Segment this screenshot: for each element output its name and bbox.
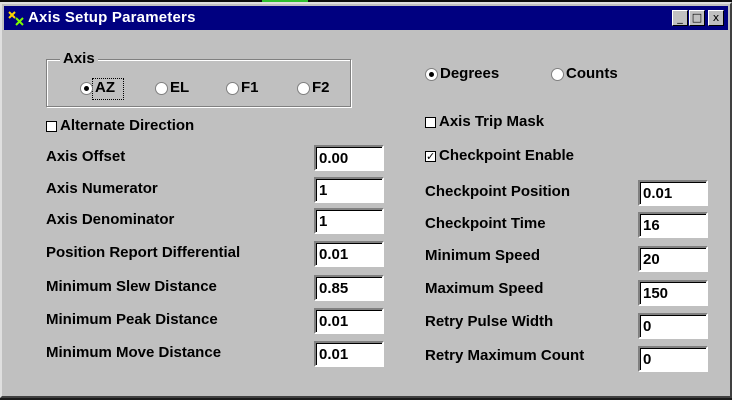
position-report-differential-label: Position Report Differential <box>46 244 241 261</box>
minimum-speed-label: Minimum Speed <box>425 247 541 264</box>
checkpoint-enable-label: Checkpoint Enable <box>439 147 575 164</box>
maximum-speed-input[interactable]: 150 <box>638 280 708 306</box>
minimum-move-distance-label: Minimum Move Distance <box>46 344 222 361</box>
retry-maximum-count-input[interactable]: 0 <box>638 346 708 372</box>
window-title: Axis Setup Parameters <box>28 9 196 26</box>
checkpoint-position-input[interactable]: 0.01 <box>638 180 708 206</box>
position-report-differential-input[interactable]: 0.01 <box>314 241 384 267</box>
radio-f1-label: F1 <box>241 79 259 96</box>
axis-setup-window: Axis Setup Parameters _ □ x Axis AZ EL F… <box>0 2 732 398</box>
radio-counts[interactable] <box>551 68 564 81</box>
axis-group-label: Axis <box>60 50 98 67</box>
radio-az[interactable] <box>80 82 93 95</box>
minimum-slew-distance-label: Minimum Slew Distance <box>46 278 217 295</box>
close-button[interactable]: x <box>708 10 724 26</box>
radio-el-label: EL <box>170 79 190 96</box>
radio-el[interactable] <box>155 82 168 95</box>
alternate-direction-checkbox[interactable] <box>46 121 57 132</box>
radio-dot <box>84 86 89 91</box>
axis-offset-label: Axis Offset <box>46 148 126 165</box>
checkpoint-time-label: Checkpoint Time <box>425 215 546 232</box>
radio-degrees-label: Degrees <box>440 65 500 82</box>
checkpoint-position-label: Checkpoint Position <box>425 183 571 200</box>
radio-f2-label: F2 <box>312 79 330 96</box>
axis-denominator-input[interactable]: 1 <box>314 208 384 234</box>
minimum-slew-distance-input[interactable]: 0.85 <box>314 275 384 301</box>
axis-offset-input[interactable]: 0.00 <box>314 145 384 171</box>
minimum-peak-distance-label: Minimum Peak Distance <box>46 311 218 328</box>
title-bar[interactable]: Axis Setup Parameters _ □ x <box>4 6 728 30</box>
radio-f2[interactable] <box>297 82 310 95</box>
checkpoint-time-input[interactable]: 16 <box>638 212 708 238</box>
retry-pulse-width-label: Retry Pulse Width <box>425 313 554 330</box>
checkpoint-enable-checkbox[interactable]: ✓ <box>425 151 436 162</box>
minimize-button[interactable]: _ <box>672 10 688 26</box>
axis-denominator-label: Axis Denominator <box>46 211 175 228</box>
radio-dot <box>429 72 434 77</box>
app-icon <box>7 9 25 27</box>
retry-pulse-width-input[interactable]: 0 <box>638 313 708 339</box>
axis-trip-mask-checkbox[interactable] <box>425 117 436 128</box>
axis-trip-mask-label: Axis Trip Mask <box>439 113 545 130</box>
retry-maximum-count-label: Retry Maximum Count <box>425 347 585 364</box>
radio-degrees[interactable] <box>425 68 438 81</box>
maximize-button[interactable]: □ <box>689 10 705 26</box>
axis-numerator-input[interactable]: 1 <box>314 177 384 203</box>
radio-az-label: AZ <box>95 79 115 96</box>
minimum-speed-input[interactable]: 20 <box>638 246 708 272</box>
axis-numerator-label: Axis Numerator <box>46 180 158 197</box>
minimum-peak-distance-input[interactable]: 0.01 <box>314 308 384 334</box>
minimum-move-distance-input[interactable]: 0.01 <box>314 341 384 367</box>
alternate-direction-label: Alternate Direction <box>60 117 195 134</box>
maximum-speed-label: Maximum Speed <box>425 280 544 297</box>
radio-f1[interactable] <box>226 82 239 95</box>
radio-counts-label: Counts <box>566 65 618 82</box>
